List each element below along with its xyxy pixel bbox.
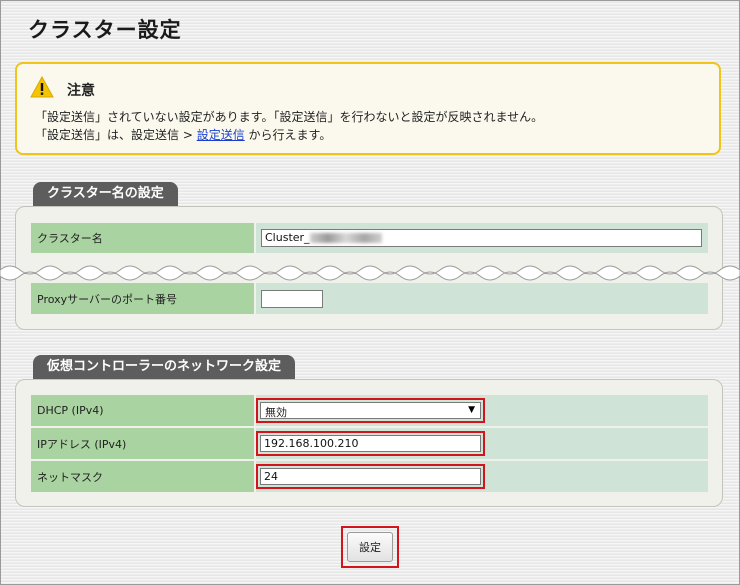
notice-line-1: 「設定送信」されていない設定があります。「設定送信」を行わないと設定が反映されま… <box>35 110 544 124</box>
cluster-name-label: クラスター名 <box>31 223 254 253</box>
redacted-text <box>309 233 382 243</box>
notice-line-2-prefix: 「設定送信」は、設定送信 > <box>35 128 197 142</box>
cluster-name-value: Cluster_ <box>265 231 310 244</box>
netmask-label: ネットマスク <box>31 461 254 492</box>
cluster-name-input[interactable]: Cluster_ <box>261 229 702 247</box>
tab-network-settings: 仮想コントローラーのネットワーク設定 <box>33 355 296 379</box>
page-title: クラスター設定 <box>28 18 182 42</box>
notice-box: 注意 「設定送信」されていない設定があります。「設定送信」を行わないと設定が反映… <box>15 62 721 155</box>
notice-title: 注意 <box>67 83 95 99</box>
ip-address-label: IPアドレス (IPv4) <box>31 428 254 459</box>
dhcp-select[interactable]: 無効 ▼ <box>260 402 481 419</box>
notice-line-2-suffix: から行えます。 <box>244 128 332 142</box>
dhcp-label: DHCP (IPv4) <box>31 395 254 426</box>
content-break-divider <box>0 265 740 281</box>
netmask-input[interactable]: 24 <box>260 468 481 485</box>
proxy-port-cell <box>256 283 708 314</box>
tab-cluster-name-settings: クラスター名の設定 <box>33 182 178 206</box>
submit-button[interactable]: 設定 <box>347 532 393 562</box>
proxy-port-input[interactable] <box>261 290 323 308</box>
notice-line-2: 「設定送信」は、設定送信 > 設定送信 から行えます。 <box>35 126 331 143</box>
proxy-port-label: Proxyサーバーのポート番号 <box>31 283 254 314</box>
dhcp-value: 無効 <box>265 406 287 419</box>
ip-address-input[interactable]: 192.168.100.210 <box>260 435 481 452</box>
warning-icon <box>30 76 54 98</box>
chevron-down-icon: ▼ <box>468 405 475 415</box>
send-settings-link[interactable]: 設定送信 <box>197 128 245 142</box>
